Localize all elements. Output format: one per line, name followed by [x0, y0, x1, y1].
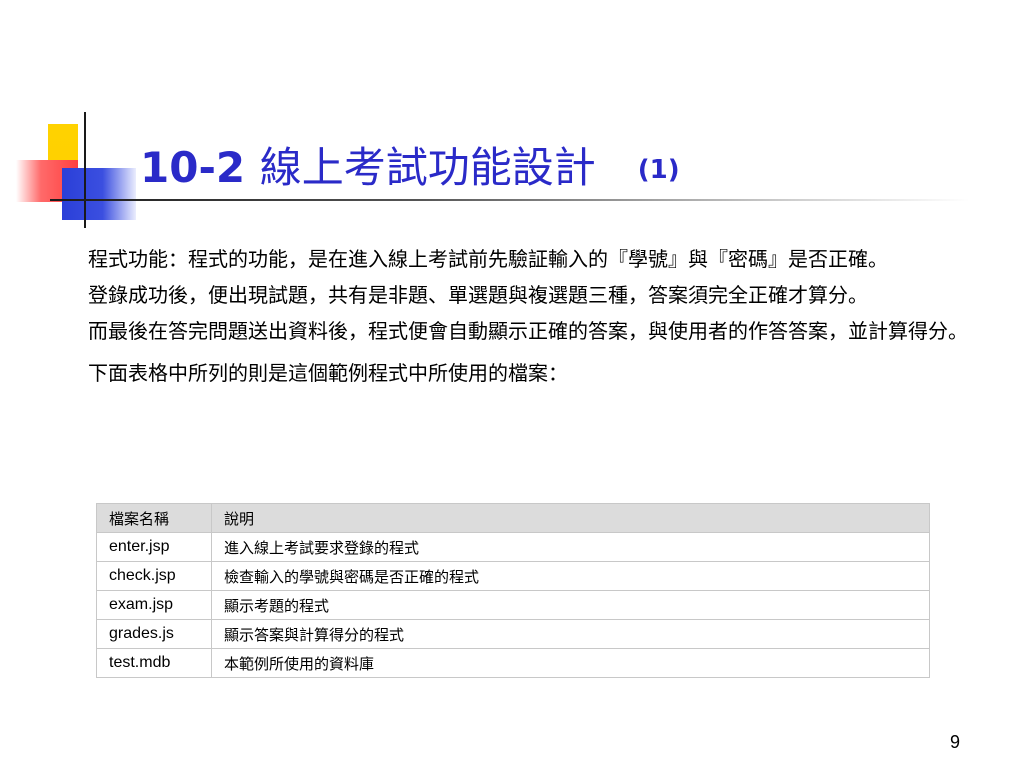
file-description-cell: 本範例所使用的資料庫 — [211, 648, 930, 678]
slide-title: 10-2 線上考試功能設計 (1) — [140, 134, 680, 195]
file-name-cell: check.jsp — [96, 561, 212, 591]
page-number: 9 — [950, 732, 961, 752]
file-name-cell: grades.js — [96, 619, 212, 649]
paragraph-1-text: 程式的功能，是在進入線上考試前先驗証輸入的『學號』與『密碼』是否正確。 — [188, 247, 888, 271]
table-intro: 下面表格中所列的則是這個範例程式中所使用的檔案： — [88, 361, 568, 385]
paragraph-1: 程式功能：程式的功能，是在進入線上考試前先驗証輸入的『學號』與『密碼』是否正確。 — [88, 244, 968, 274]
slide: 10-2 線上考試功能設計 (1) 程式功能：程式的功能，是在進入線上考試前先驗証… — [0, 0, 1024, 768]
title-suffix: (1) — [637, 155, 680, 185]
header-file-name: 檔案名稱 — [96, 503, 212, 533]
title-main: 線上考試功能設計 — [259, 143, 596, 192]
decor-blue-square — [62, 168, 136, 220]
table-row: exam.jsp 顯示考題的程式 — [96, 590, 930, 620]
file-description-cell: 檢查輸入的學號與密碼是否正確的程式 — [211, 561, 930, 591]
decor-vertical-line — [84, 112, 86, 228]
title-underline — [50, 199, 970, 201]
header-description: 說明 — [211, 503, 930, 533]
table-row: grades.js 顯示答案與計算得分的程式 — [96, 619, 930, 649]
file-name-cell: enter.jsp — [96, 532, 212, 562]
file-description-cell: 進入線上考試要求登錄的程式 — [211, 532, 930, 562]
file-name-cell: exam.jsp — [96, 590, 212, 620]
table-row: enter.jsp 進入線上考試要求登錄的程式 — [96, 532, 930, 562]
file-description-cell: 顯示考題的程式 — [211, 590, 930, 620]
files-table: 檔案名稱 說明 enter.jsp 進入線上考試要求登錄的程式 check.js… — [96, 503, 930, 678]
paragraph-2: 登錄成功後，便出現試題，共有是非題、單選題與複選題三種，答案須完全正確才算分。 — [88, 283, 868, 307]
table-row: check.jsp 檢查輸入的學號與密碼是否正確的程式 — [96, 561, 930, 591]
file-name-cell: test.mdb — [96, 648, 212, 678]
paragraph-3: 而最後在答完問題送出資料後，程式便會自動顯示正確的答案，與使用者的作答答案，並計… — [88, 319, 968, 343]
table-header-row: 檔案名稱 說明 — [96, 503, 930, 533]
file-description-cell: 顯示答案與計算得分的程式 — [211, 619, 930, 649]
paragraph-1-term: 程式功能： — [88, 247, 188, 271]
title-prefix: 10-2 — [140, 143, 260, 192]
slide-body: 程式功能：程式的功能，是在進入線上考試前先驗証輸入的『學號』與『密碼』是否正確。… — [88, 244, 968, 394]
table-row: test.mdb 本範例所使用的資料庫 — [96, 648, 930, 678]
